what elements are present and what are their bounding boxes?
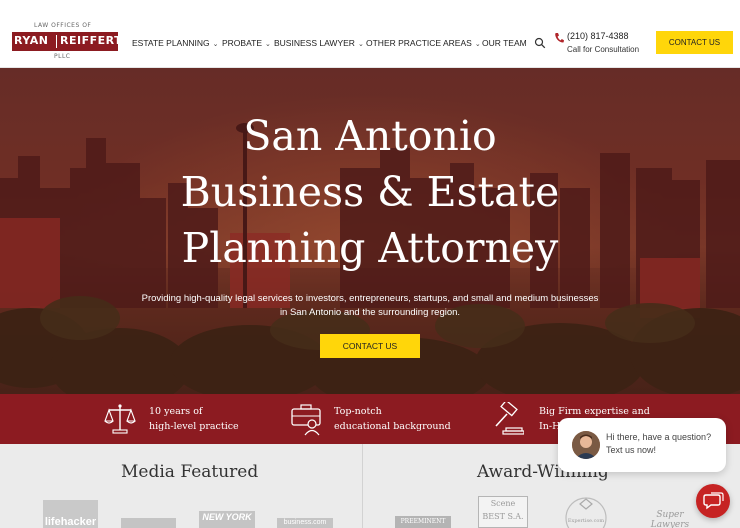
- search-icon[interactable]: [534, 37, 546, 49]
- phone-icon: [555, 33, 564, 43]
- media-logo-business-com: business.com: [277, 518, 333, 528]
- chevron-down-icon: ⌄: [474, 41, 481, 48]
- media-logo-new-york: NEW YORK: [199, 511, 255, 528]
- chevron-down-icon: ⌄: [265, 41, 271, 48]
- hero-subtitle: Providing high-quality legal services to…: [141, 293, 599, 318]
- nav-label: BUSINESS LAWYER: [274, 38, 355, 48]
- chat-icon: [703, 492, 724, 510]
- media-featured-title: Media Featured: [121, 462, 259, 482]
- nav-our-team[interactable]: OUR TEAM: [482, 38, 527, 48]
- feature-line: high-level practice: [149, 421, 239, 432]
- gavel-icon: [495, 402, 524, 435]
- logo-name-box: RYAN REIFFERT: [12, 32, 122, 51]
- nav-business-lawyer[interactable]: BUSINESS LAWYER ⌄: [274, 38, 364, 48]
- feature-line: Top-notch: [334, 406, 382, 417]
- phone-number[interactable]: (210) 817-4388: [567, 31, 629, 41]
- feature-line: 10 years of: [149, 406, 203, 417]
- award-scene-best-sa: Scene BEST S.A.: [478, 496, 528, 528]
- hero-title-line: San Antonio: [243, 112, 497, 160]
- feature-line: Big Firm expertise and: [539, 406, 650, 417]
- scales-of-justice-icon: [104, 404, 136, 434]
- nav-other-practice-areas[interactable]: OTHER PRACTICE AREAS ⌄: [366, 38, 481, 48]
- logo-divider: [56, 35, 57, 48]
- feature-text: 10 years of high-level practice: [149, 404, 239, 434]
- logo-name-right: REIFFERT: [60, 34, 123, 47]
- nav-label: OTHER PRACTICE AREAS: [366, 38, 472, 48]
- logo-bottom-text: PLLC: [54, 53, 71, 60]
- nav-label: PROBATE: [222, 38, 262, 48]
- site-header: LAW OFFICES OF RYAN REIFFERT PLLC ESTATE…: [0, 0, 740, 68]
- chat-open-button[interactable]: [696, 484, 730, 518]
- agent-avatar: [572, 431, 600, 459]
- chat-message: Hi there, have a question? Text us now!: [606, 432, 712, 455]
- media-logo: [121, 518, 176, 528]
- contact-us-button[interactable]: CONTACT US: [656, 31, 733, 54]
- feature-text: Top-notch educational background: [334, 404, 451, 434]
- logo-top-text: LAW OFFICES OF: [34, 22, 92, 29]
- chat-popup[interactable]: Hi there, have a question? Text us now!: [558, 418, 726, 472]
- briefcase-person-icon: [291, 404, 321, 436]
- nav-label: ESTATE PLANNING: [132, 38, 210, 48]
- hero-title: San Antonio Business & Estate Planning A…: [0, 108, 740, 276]
- hero-title-line: Business & Estate: [180, 168, 560, 216]
- section-divider: [362, 444, 363, 528]
- nav-estate-planning[interactable]: ESTATE PLANNING ⌄: [132, 38, 219, 48]
- award-super-lawyers: Super Lawyers: [650, 510, 690, 528]
- phone-caption: Call for Consultation: [567, 45, 640, 54]
- nav-probate[interactable]: PROBATE ⌄: [222, 38, 271, 48]
- nav-label: OUR TEAM: [482, 38, 527, 48]
- hero-contact-button[interactable]: CONTACT US: [320, 334, 420, 358]
- site-logo[interactable]: LAW OFFICES OF RYAN REIFFERT PLLC: [12, 22, 122, 60]
- chevron-down-icon: ⌄: [357, 41, 364, 48]
- chevron-down-icon: ⌄: [212, 41, 219, 48]
- award-preeminent: PREEMINENT: [395, 516, 451, 528]
- feature-line: educational background: [334, 421, 451, 432]
- media-logo-lifehacker: lifehacker: [43, 500, 98, 528]
- logo-name-left: RYAN: [14, 34, 49, 47]
- award-expertise-label: Expertise.com: [567, 518, 605, 524]
- hero-title-line: Planning Attorney: [181, 224, 559, 272]
- hero-section: San Antonio Business & Estate Planning A…: [0, 68, 740, 394]
